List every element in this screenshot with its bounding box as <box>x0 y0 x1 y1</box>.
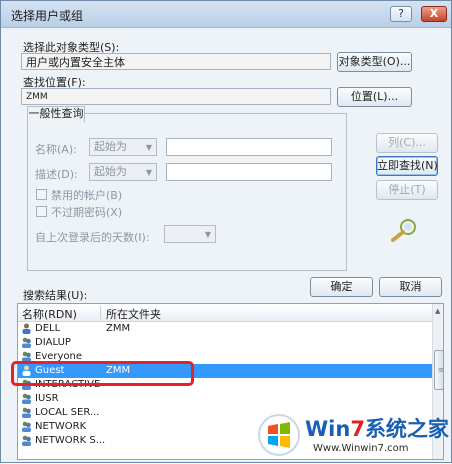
table-row[interactable]: IUSR <box>18 392 432 406</box>
title-bar: 选择用户或组 ? X <box>1 1 451 28</box>
non-expiring-password-label: 不过期密码(X) <box>51 206 123 219</box>
close-button[interactable]: X <box>421 6 447 22</box>
disabled-accounts-checkbox[interactable] <box>36 189 47 200</box>
results-header: 名称(RDN) 所在文件夹 <box>18 304 432 322</box>
name-match-value: 起始为 <box>94 140 127 153</box>
disabled-accounts-label: 禁用的帐户(B) <box>51 189 123 202</box>
group-icon <box>22 337 31 348</box>
chevron-down-icon: ▼ <box>145 168 152 177</box>
ok-button[interactable]: 确定 <box>310 277 373 297</box>
description-match-value: 起始为 <box>94 165 127 178</box>
group-icon <box>22 435 31 446</box>
name-match-combo[interactable]: 起始为 ▼ <box>89 138 157 156</box>
window-title: 选择用户或组 <box>11 9 84 23</box>
select-users-dialog: 选择用户或组 ? X 选择此对象类型(S): 用户或内置安全主体 对象类型(O)… <box>0 0 452 463</box>
cancel-button[interactable]: 取消 <box>379 277 442 297</box>
table-row[interactable]: DELL ZMM <box>18 322 432 336</box>
table-row[interactable]: DIALUP <box>18 336 432 350</box>
watermark-brand: Win7系统之家 <box>305 417 449 441</box>
watermark: Win7系统之家 Www.Winwin7.com <box>253 411 452 464</box>
name-label: 名称(A): <box>35 143 77 156</box>
object-type-field: 用户或内置安全主体 <box>21 53 331 70</box>
column-separator[interactable] <box>100 306 101 319</box>
days-since-logon-label: 自上次登录后的天数(I): <box>35 231 150 244</box>
group-icon <box>22 407 31 418</box>
non-expiring-password-checkbox[interactable] <box>36 206 47 217</box>
locations-button[interactable]: 位置(L)... <box>337 87 412 107</box>
help-button[interactable]: ? <box>390 6 412 22</box>
grip-icon: ≡ <box>438 366 444 374</box>
description-label: 描述(D): <box>35 168 78 181</box>
chevron-down-icon: ▼ <box>145 143 152 152</box>
windows-logo-icon <box>258 414 300 456</box>
columns-button[interactable]: 列(C)... <box>376 133 438 153</box>
watermark-url: Www.Winwin7.com <box>313 443 409 454</box>
name-input[interactable] <box>166 138 332 156</box>
chevron-down-icon: ▼ <box>204 230 211 239</box>
group-icon <box>22 393 31 404</box>
scroll-up-icon[interactable]: ▲ <box>435 307 440 315</box>
group-icon <box>22 421 31 432</box>
column-header-folder[interactable]: 所在文件夹 <box>106 306 161 322</box>
location-field: ZMM <box>21 88 331 105</box>
find-now-button[interactable]: 立即查找(N) <box>376 156 438 176</box>
tab-general-query[interactable]: 一般性查询 <box>27 106 85 122</box>
stop-button[interactable]: 停止(T) <box>376 180 438 200</box>
days-since-logon-combo[interactable]: ▼ <box>164 225 216 243</box>
description-match-combo[interactable]: 起始为 ▼ <box>89 163 157 181</box>
search-binoculars-icon <box>391 219 416 242</box>
description-input[interactable] <box>166 163 332 181</box>
column-header-name[interactable]: 名称(RDN) <box>22 306 77 322</box>
highlight-annotation <box>11 361 194 386</box>
scrollbar-thumb[interactable]: ≡ <box>434 350 444 390</box>
object-types-button[interactable]: 对象类型(O)... <box>337 52 412 72</box>
search-results-label: 搜索结果(U): <box>23 289 88 302</box>
user-icon <box>22 323 31 334</box>
